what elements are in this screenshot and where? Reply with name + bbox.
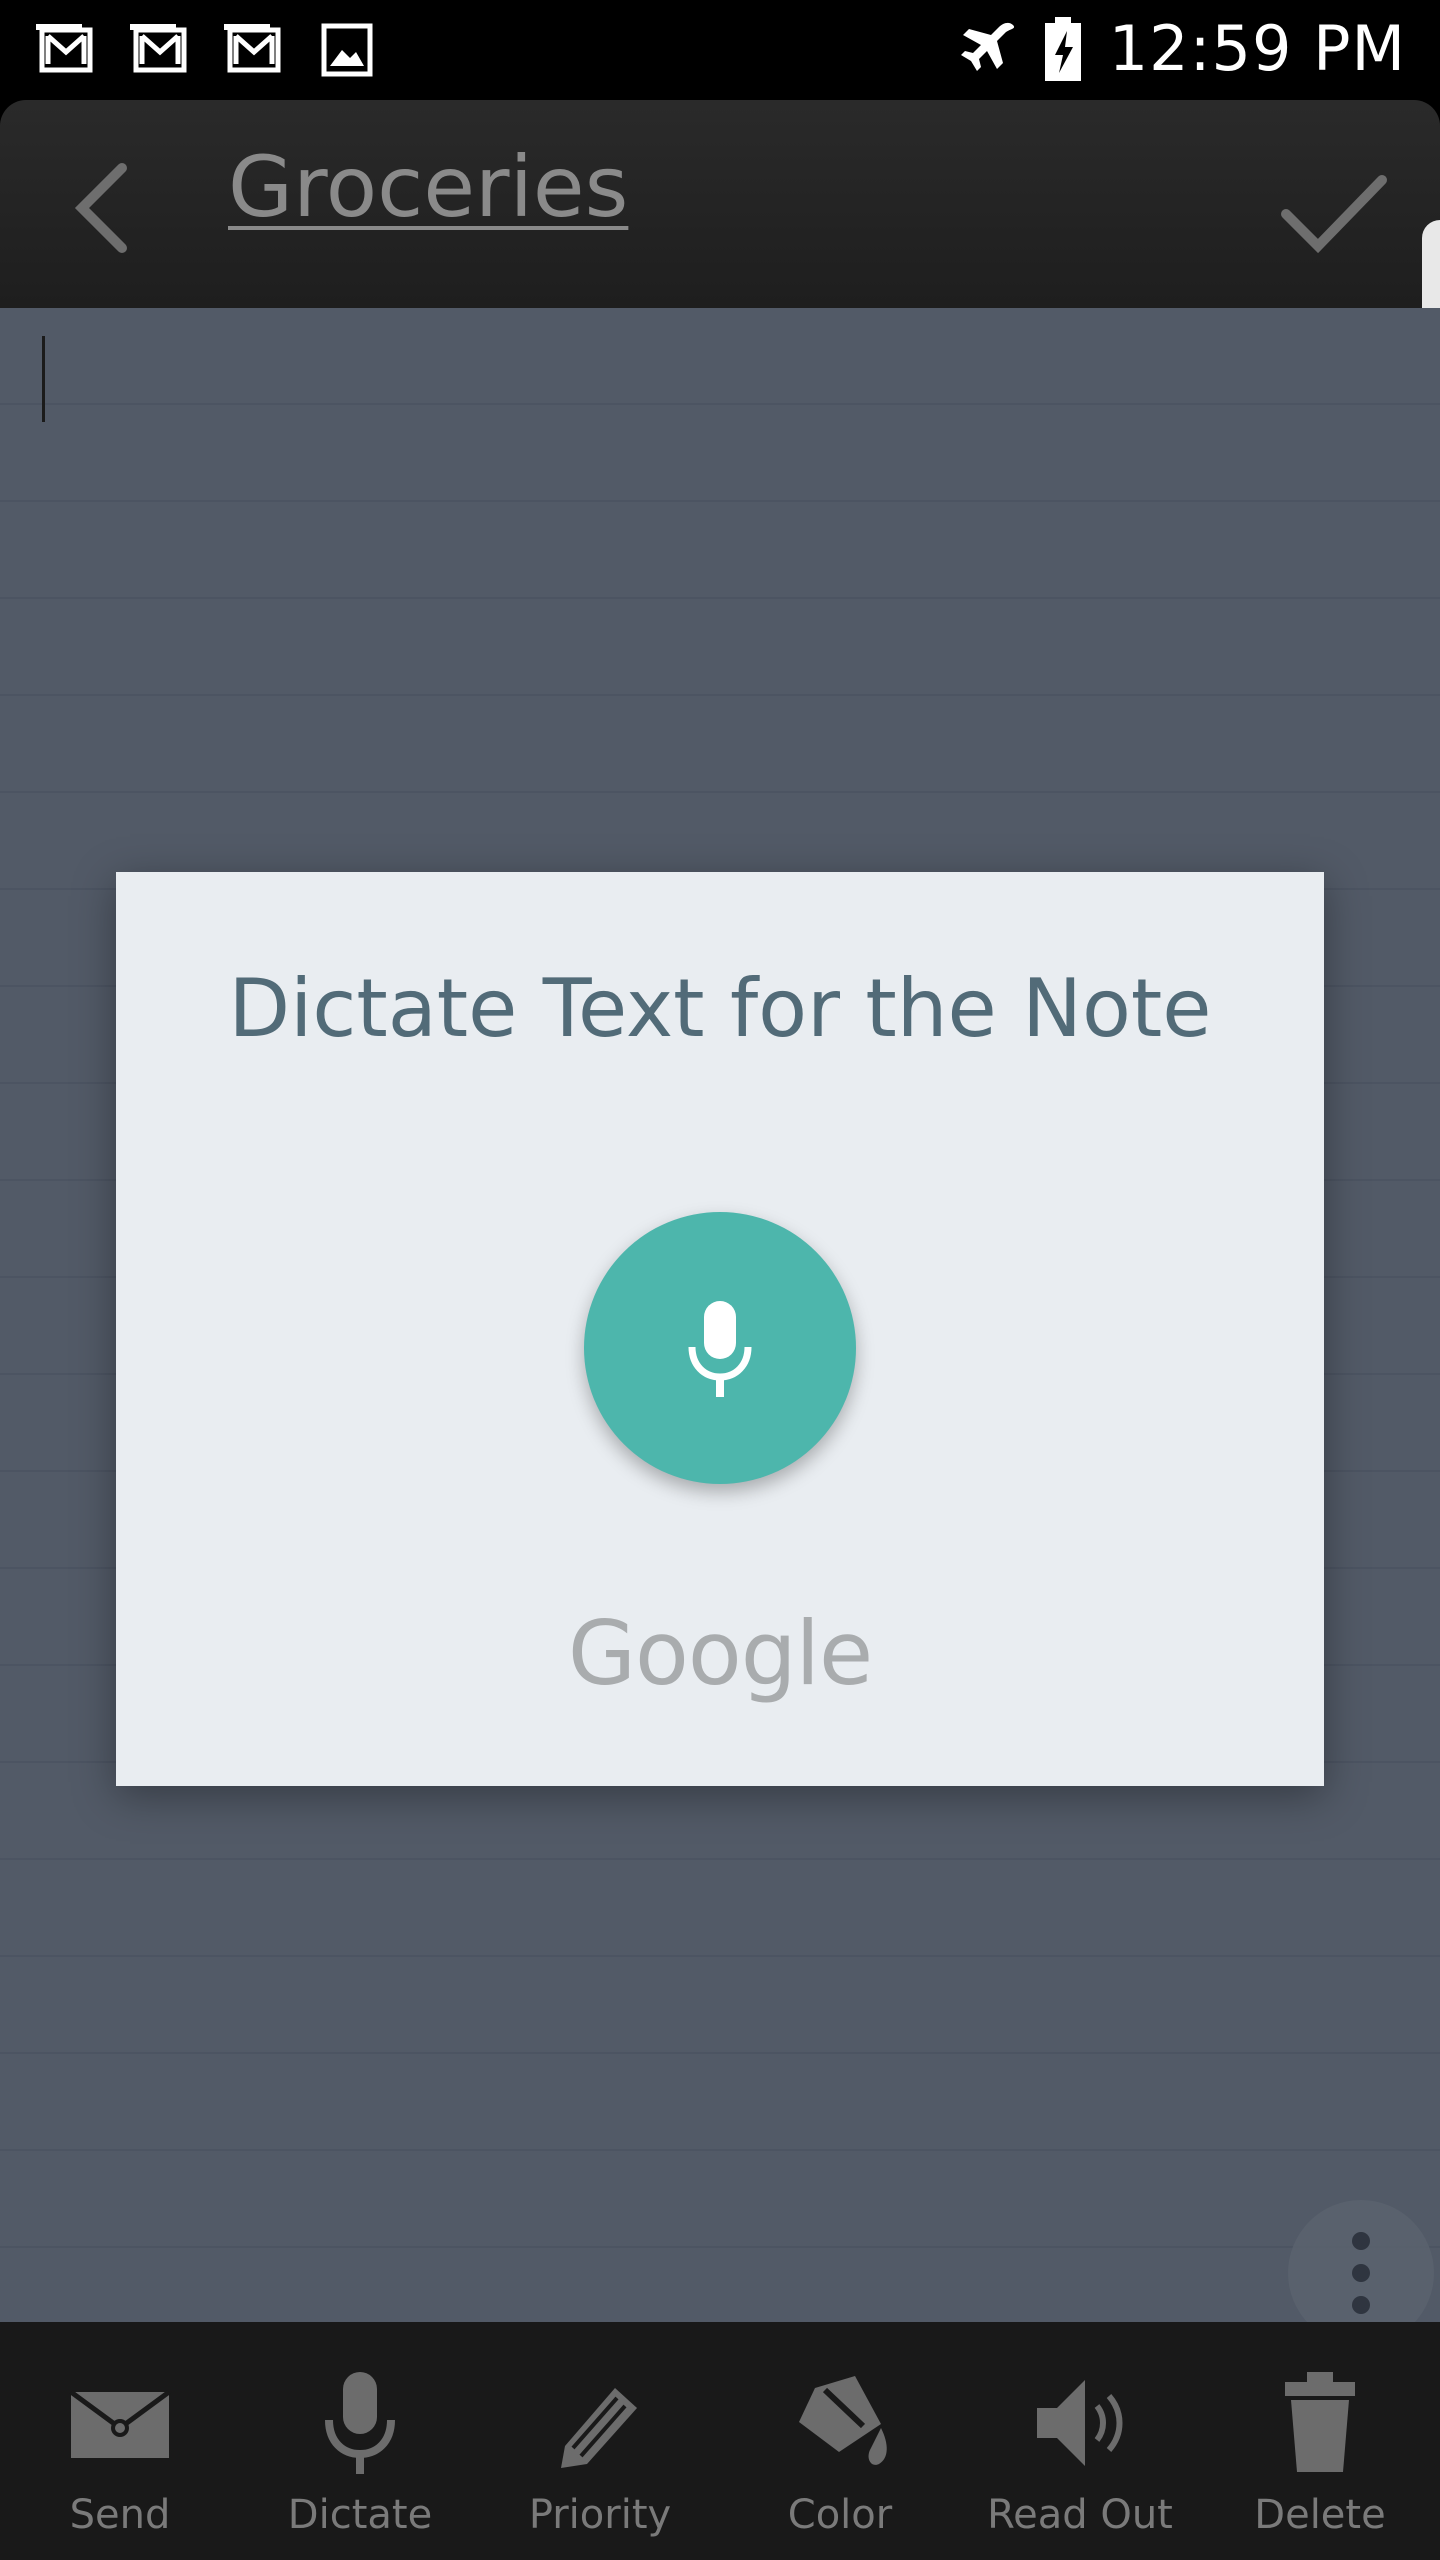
priority-label: Priority bbox=[528, 2492, 672, 2538]
dictate-label: Dictate bbox=[287, 2492, 433, 2538]
color-label: Color bbox=[787, 2492, 893, 2538]
bottom-toolbar: Send Dictate Priority Color Read Out Del… bbox=[0, 2322, 1440, 2560]
gmail-icon bbox=[224, 24, 281, 73]
delete-label: Delete bbox=[1254, 2492, 1386, 2538]
chevron-left-icon[interactable] bbox=[60, 158, 150, 258]
trash-icon bbox=[1285, 2372, 1355, 2472]
text-cursor bbox=[42, 336, 45, 422]
app-bar: Groceries bbox=[0, 100, 1440, 308]
notification-icons bbox=[36, 22, 378, 78]
checkmark-icon[interactable] bbox=[1278, 162, 1388, 262]
send-button[interactable]: Send bbox=[0, 2322, 240, 2560]
gmail-icon bbox=[36, 24, 93, 73]
dictate-button[interactable]: Dictate bbox=[240, 2322, 480, 2560]
mic-button[interactable] bbox=[584, 1212, 856, 1484]
microphone-icon bbox=[325, 2372, 395, 2474]
delete-button[interactable]: Delete bbox=[1200, 2322, 1440, 2560]
pencil-icon bbox=[561, 2388, 637, 2468]
note-title[interactable]: Groceries bbox=[228, 138, 628, 236]
read-out-button[interactable]: Read Out bbox=[960, 2322, 1200, 2560]
clock: 12:59 PM bbox=[1108, 12, 1406, 85]
priority-button[interactable]: Priority bbox=[480, 2322, 720, 2560]
speaker-icon bbox=[1037, 2380, 1123, 2466]
more-vertical-icon bbox=[1352, 2232, 1370, 2250]
send-label: Send bbox=[69, 2492, 171, 2538]
system-status: 12:59 PM bbox=[960, 12, 1406, 85]
battery-charging-icon bbox=[1044, 16, 1081, 81]
read-out-label: Read Out bbox=[987, 2492, 1173, 2538]
more-dot bbox=[1352, 2264, 1370, 2282]
gmail-icon bbox=[130, 24, 187, 73]
more-dot bbox=[1352, 2296, 1370, 2314]
gallery-icon bbox=[321, 23, 373, 77]
status-bar: 12:59 PM bbox=[0, 0, 1440, 100]
color-button[interactable]: Color bbox=[720, 2322, 960, 2560]
airplane-mode-icon bbox=[960, 22, 1014, 71]
dictation-dialog: Dictate Text for the Note Google bbox=[116, 872, 1324, 1786]
microphone-icon bbox=[688, 1301, 752, 1397]
dialog-title: Dictate Text for the Note bbox=[228, 962, 1212, 1055]
envelope-icon bbox=[69, 2389, 171, 2458]
paint-bucket-icon bbox=[799, 2376, 887, 2465]
google-logo: Google bbox=[567, 1602, 873, 1705]
